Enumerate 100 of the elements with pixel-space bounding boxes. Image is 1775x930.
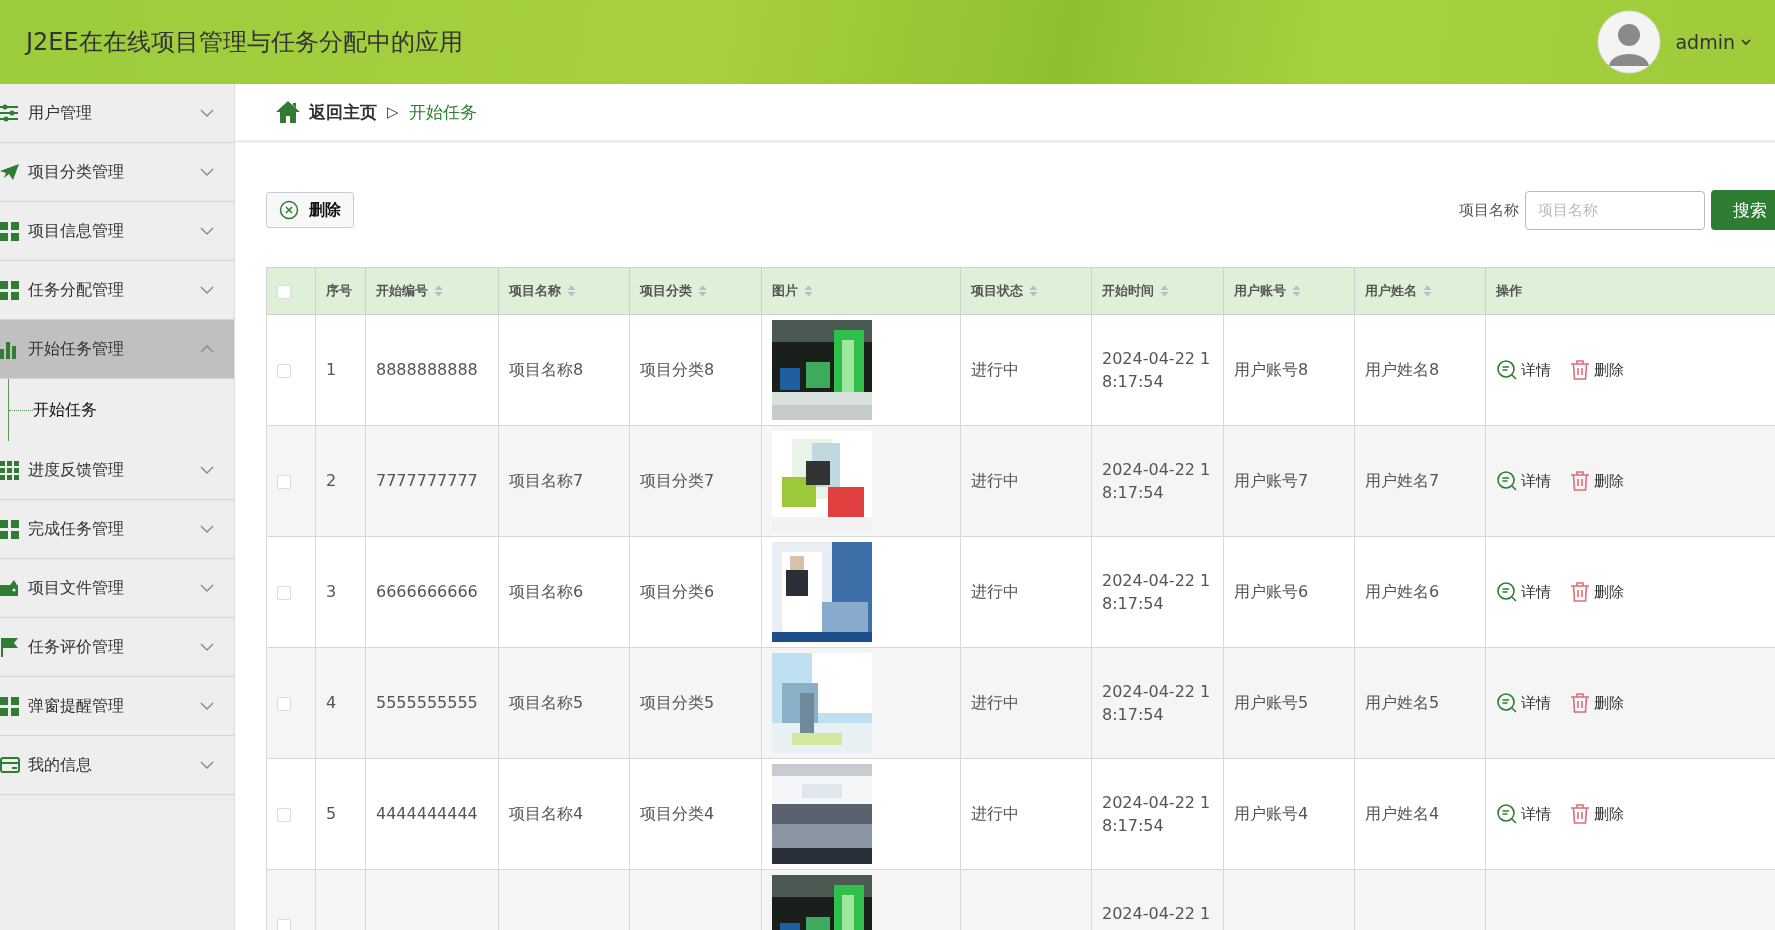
table-cell-text: 2024-04-22 1 [1102,903,1212,925]
home-icon [275,100,301,124]
details-button[interactable]: 详情 [1496,581,1551,603]
sort-icon[interactable] [434,285,443,297]
grid-icon [0,696,20,716]
table-cell-text: 项目名称4 [509,803,585,826]
breadcrumb-separator: ▷ [387,103,399,121]
table-cell-text: 4444444444 [376,803,479,826]
search-icon [1496,803,1518,825]
column-header: 开始时间 [1102,282,1154,300]
column-header: 项目状态 [971,282,1023,300]
card-icon [0,755,20,775]
table-cell-text: 7777777777 [376,470,479,493]
search-field[interactable]: 项目名称 [1525,190,1705,230]
column-header: 操作 [1496,282,1522,300]
table-cell-text: 进行中 [971,692,1020,715]
paper-plane-icon [0,162,20,182]
sort-icon[interactable] [1029,285,1038,297]
delete-button[interactable]: 删除 [266,192,354,228]
delete-row-button[interactable]: 删除 [1569,692,1624,714]
table-cell-text: 进行中 [971,581,1020,604]
sort-icon[interactable] [567,285,576,297]
table-cell-text: 2024-04-22 18:17:54 [1102,348,1212,394]
column-header: 用户账号 [1234,282,1286,300]
grid-icon [0,460,20,480]
column-header: 序号 [326,282,352,300]
avatar[interactable] [1597,10,1662,74]
grid-icon [0,519,20,539]
delete-row-button[interactable]: 删除 [1569,470,1624,492]
home-link[interactable]: 返回主页 [275,100,377,124]
sort-icon[interactable] [1423,285,1432,297]
table-cell-text: 2024-04-22 18:17:54 [1102,459,1212,505]
table-cell-text: 2024-04-22 18:17:54 [1102,792,1212,838]
table-cell-text: 项目分类6 [640,581,716,604]
table-cell-text: 8888888888 [376,359,479,382]
table-cell-text: 用户账号4 [1234,803,1310,826]
flag-icon [0,637,20,657]
table-cell-text: 用户账号7 [1234,470,1310,493]
search-label: 项目名称 [1459,200,1519,220]
search-button[interactable]: 搜索 [1711,190,1775,230]
grid-icon [0,280,20,300]
wallet-icon [0,578,20,598]
table-cell-text: 用户账号8 [1234,359,1310,382]
delete-row-button[interactable]: 删除 [1569,359,1624,381]
details-button[interactable]: 详情 [1496,803,1551,825]
table-cell-text: 用户姓名5 [1365,692,1441,715]
table-cell-text: 用户姓名8 [1365,359,1441,382]
table-cell-text: 2024-04-22 18:17:54 [1102,681,1212,727]
search-icon [1496,692,1518,714]
trash-icon [1569,692,1591,714]
row-checkbox[interactable] [277,475,291,489]
table-cell-text: 项目分类8 [640,359,716,382]
delete-row-button[interactable]: 删除 [1569,803,1624,825]
column-header: 开始编号 [376,282,428,300]
table-cell-text: 2024-04-22 18:17:54 [1102,570,1212,616]
table-cell-text: 项目分类7 [640,470,716,493]
column-header: 项目名称 [509,282,561,300]
table-cell-text: 5 [326,803,338,826]
trash-icon [1569,359,1591,381]
sort-icon[interactable] [1160,285,1169,297]
trash-icon [1569,803,1591,825]
select-all-checkbox[interactable] [277,284,291,299]
table-cell-text: 项目分类4 [640,803,716,826]
column-header: 图片 [772,282,798,300]
search-icon [1496,359,1518,381]
sort-icon[interactable] [804,285,813,297]
row-checkbox[interactable] [277,808,291,822]
table-cell-text: 项目分类5 [640,692,716,715]
sort-icon[interactable] [698,285,707,297]
user-menu[interactable]: admin [1675,31,1751,53]
caret-icon [1741,38,1751,46]
table-cell-text: 项目名称8 [509,359,585,382]
trash-icon [1569,470,1591,492]
table-cell-text: 3 [326,581,338,604]
delete-row-button[interactable]: 删除 [1569,581,1624,603]
sort-icon[interactable] [1292,285,1301,297]
table-cell-text: 用户账号5 [1234,692,1310,715]
sidebar-subitem[interactable]: 开始任务 [9,399,97,421]
app-title: J2EE在在线项目管理与任务分配中的应用 [26,27,463,58]
table-cell-text: 项目名称7 [509,470,585,493]
table-cell-text: 进行中 [971,470,1020,493]
table-cell-text: 项目名称6 [509,581,585,604]
details-button[interactable]: 详情 [1496,359,1551,381]
grid-icon [0,221,20,241]
row-checkbox[interactable] [277,697,291,711]
column-header: 项目分类 [640,282,692,300]
table-cell-text: 1 [326,359,338,382]
table-cell-text: 用户姓名4 [1365,803,1441,826]
row-checkbox[interactable] [277,586,291,600]
column-header: 用户姓名 [1365,282,1417,300]
trash-icon [1569,581,1591,603]
table-cell-text: 5555555555 [376,692,479,715]
details-button[interactable]: 详情 [1496,692,1551,714]
close-icon [279,200,299,220]
row-checkbox[interactable] [277,919,291,930]
sidebar-item[interactable]: 开始任务管理 [0,320,234,379]
row-checkbox[interactable] [277,364,291,378]
details-button[interactable]: 详情 [1496,470,1551,492]
search-icon [1496,581,1518,603]
table-cell-text: 6666666666 [376,581,479,604]
